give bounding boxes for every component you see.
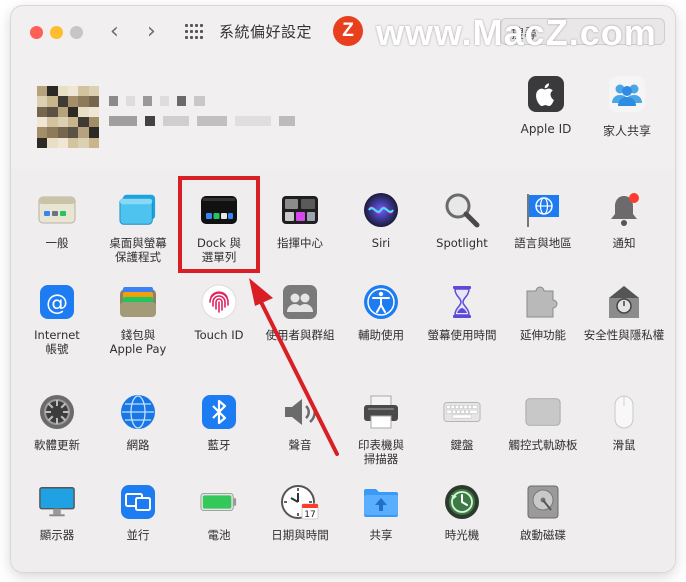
system-preferences-window: ‹ › 系統偏好設定 搜尋 Z www.MacZ.com Apple ID 家人… xyxy=(11,6,675,572)
annotation-arrow xyxy=(249,278,339,456)
